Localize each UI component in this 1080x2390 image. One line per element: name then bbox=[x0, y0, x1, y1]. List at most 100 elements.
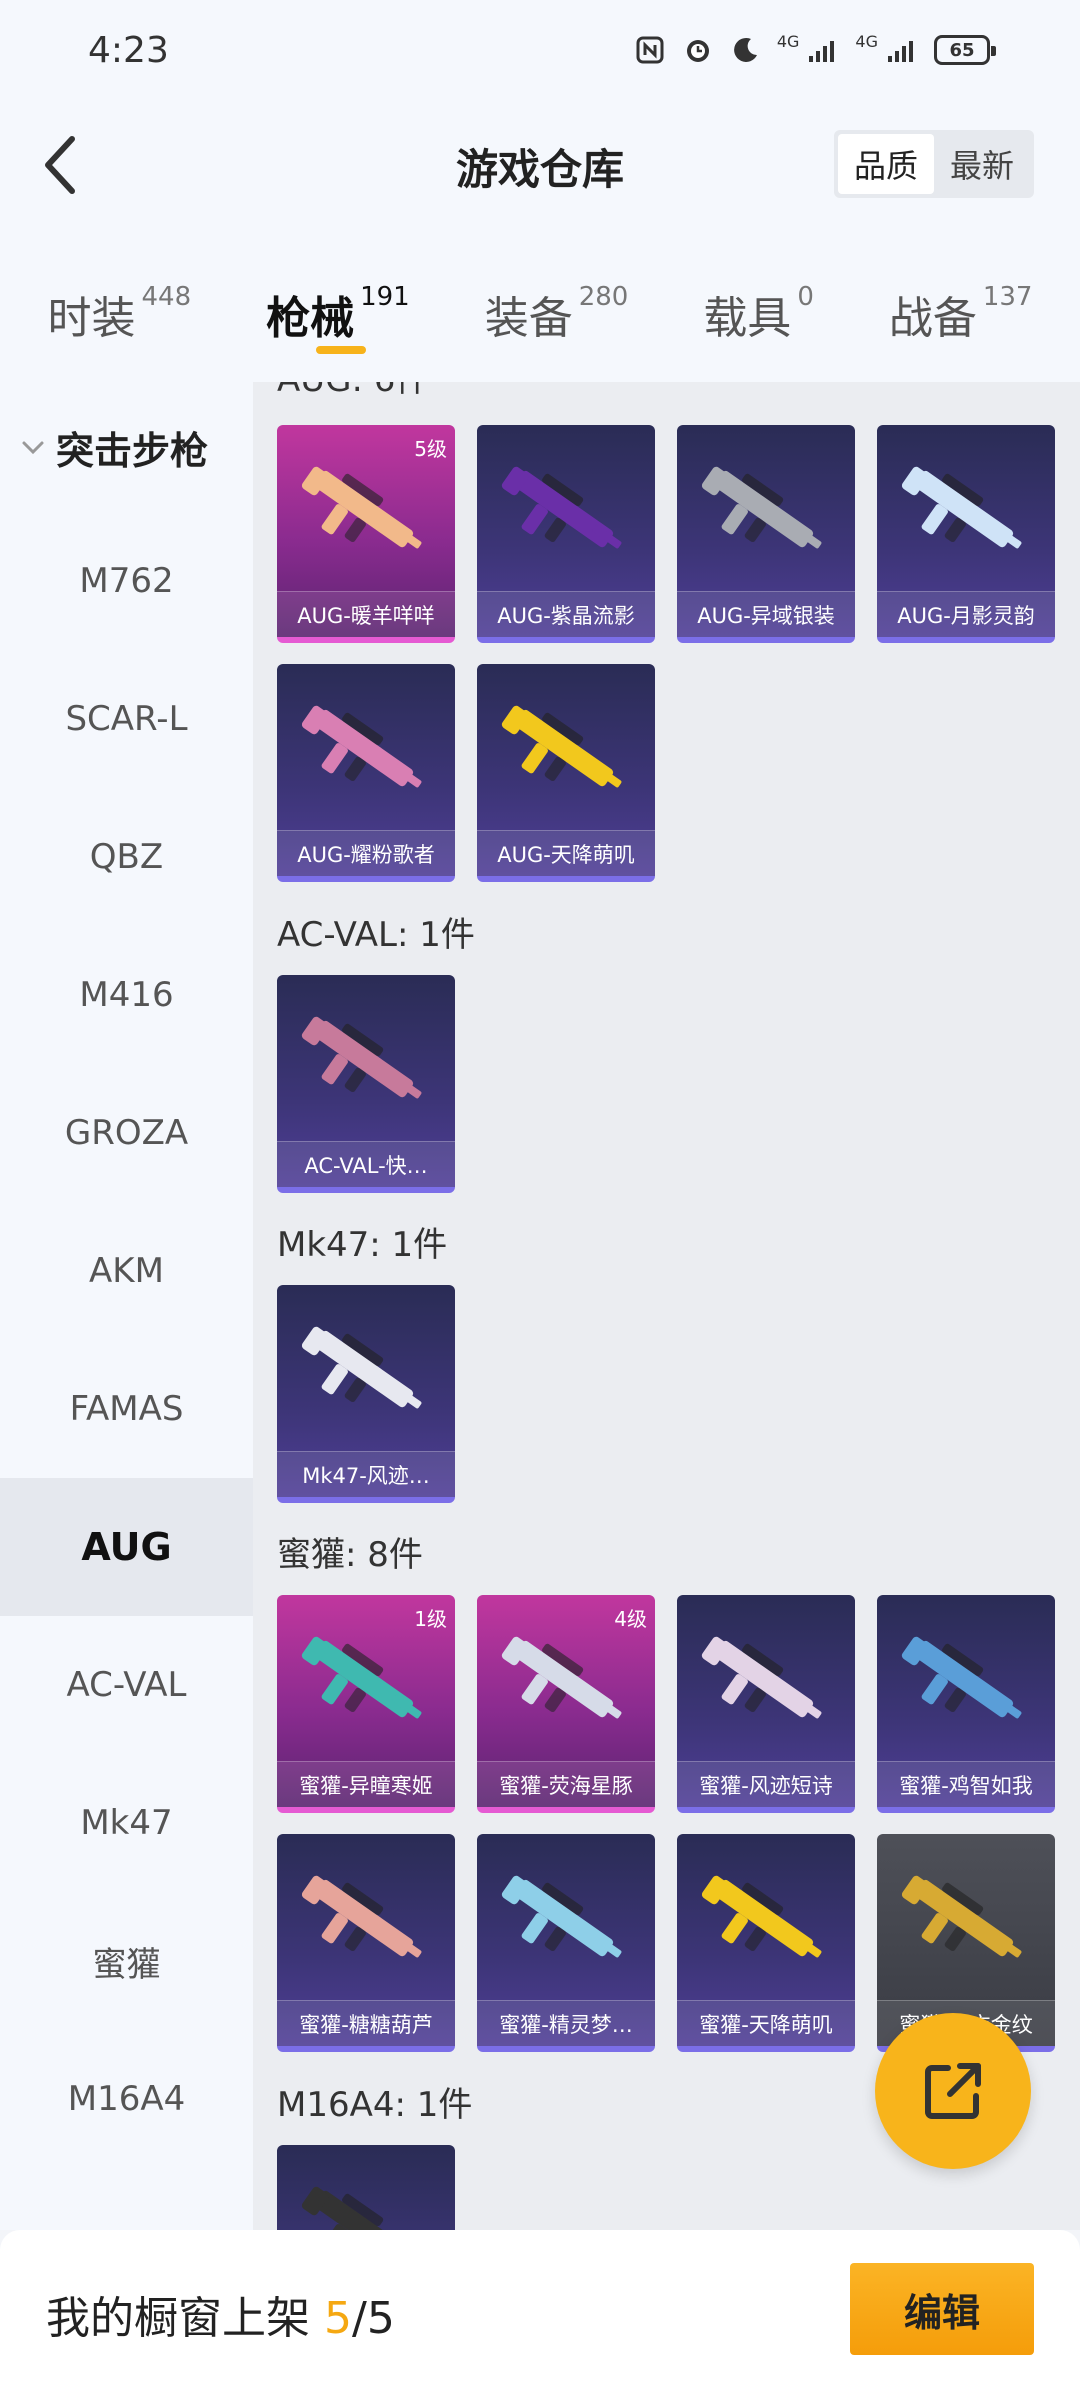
skin-card[interactable]: 4级 蜜獾-荧海星豚 bbox=[477, 1595, 655, 1813]
weapon-skin-image bbox=[901, 1875, 1022, 1958]
weapon-skin-image bbox=[301, 1016, 422, 1099]
tab-vehicles[interactable]: 载具 0 bbox=[703, 230, 814, 382]
skin-card[interactable]: Mk47-风迹… bbox=[277, 1285, 455, 1503]
weapon-skin-image bbox=[901, 1636, 1022, 1719]
weapon-skin-image bbox=[701, 1875, 822, 1958]
skin-card[interactable]: 蜜獾-精灵梦… bbox=[477, 1834, 655, 2052]
section-title-honey-badger: 蜜獾: 8件 bbox=[277, 1535, 423, 1575]
showcase-label: 我的橱窗上架 bbox=[46, 2293, 310, 2344]
sort-toggle: 品质 最新 bbox=[834, 130, 1034, 198]
status-time: 4:23 bbox=[88, 29, 169, 71]
category-tabs: 时装 448 枪械 191 装备 280 载具 0 战备 137 bbox=[0, 230, 1080, 382]
tab-supplies[interactable]: 战备 137 bbox=[889, 230, 1033, 382]
sort-option-latest[interactable]: 最新 bbox=[934, 134, 1030, 194]
tab-fashion[interactable]: 时装 448 bbox=[47, 230, 191, 382]
weapon-skin-image bbox=[501, 1636, 622, 1719]
section-title-m16a4: M16A4: 1件 bbox=[277, 2085, 473, 2125]
skin-name: 蜜獾-鸡智如我 bbox=[877, 1761, 1055, 1807]
section-title-aug: AUG: 6件 bbox=[277, 382, 429, 401]
sidebar-item-m416[interactable]: M416 bbox=[0, 926, 253, 1064]
sidebar-item-mk47[interactable]: Mk47 bbox=[0, 1754, 253, 1892]
skin-card[interactable]: AUG-天降萌叽 bbox=[477, 664, 655, 882]
tab-count: 137 bbox=[982, 282, 1033, 312]
header: 游戏仓库 品质 最新 bbox=[0, 100, 1080, 230]
skin-card[interactable]: 蜜獾-天降萌叽 bbox=[677, 1834, 855, 2052]
nfc-icon bbox=[633, 33, 667, 67]
sidebar-item-aug[interactable]: AUG bbox=[0, 1478, 253, 1616]
skin-card[interactable]: 蜜獾-风迹短诗 bbox=[677, 1595, 855, 1813]
sidebar-item-qbz[interactable]: QBZ bbox=[0, 788, 253, 926]
showcase-count-current: 5 bbox=[324, 2293, 352, 2344]
section-title-ac-val: AC-VAL: 1件 bbox=[277, 915, 475, 955]
tab-label: 载具 bbox=[703, 293, 792, 344]
status-bar: 4:23 4G 4G 65 bbox=[0, 0, 1080, 100]
skin-name: AUG-耀粉歌者 bbox=[277, 830, 455, 876]
showcase-status: 我的橱窗上架 5/5 bbox=[46, 2282, 395, 2346]
skin-card[interactable] bbox=[277, 2145, 455, 2230]
skin-card[interactable]: 1级 蜜獾-异瞳寒姬 bbox=[277, 1595, 455, 1813]
weapon-skin-image bbox=[301, 1875, 422, 1958]
tab-count: 0 bbox=[797, 282, 814, 312]
skin-name: AUG-天降萌叽 bbox=[477, 830, 655, 876]
weapon-skin-image bbox=[301, 1326, 422, 1409]
sidebar-group-assault-rifles[interactable]: 突击步枪 bbox=[0, 382, 253, 512]
sidebar-item-m762[interactable]: M762 bbox=[0, 512, 253, 650]
skin-card[interactable]: 蜜獾-糖糖葫芦 bbox=[277, 1834, 455, 2052]
network-type-label: 4G bbox=[776, 32, 800, 51]
skin-card[interactable]: AUG-月影灵韵 bbox=[877, 425, 1055, 643]
skin-name: 蜜獾-风迹短诗 bbox=[677, 1761, 855, 1807]
signal-icon bbox=[886, 33, 920, 67]
battery-level: 65 bbox=[949, 39, 975, 61]
network-type-label: 4G bbox=[855, 32, 878, 51]
skin-card[interactable]: 蜜獾-鸡智如我 bbox=[877, 1595, 1055, 1813]
skin-name: 蜜獾-荧海星豚 bbox=[477, 1761, 655, 1807]
showcase-count-total: /5 bbox=[352, 2293, 395, 2344]
weapon-skin-image bbox=[701, 466, 822, 549]
tab-count: 191 bbox=[360, 282, 410, 312]
skin-card[interactable]: AUG-紫晶流影 bbox=[477, 425, 655, 643]
weapon-skin-image bbox=[301, 2186, 414, 2230]
weapon-skin-image bbox=[901, 466, 1022, 549]
weapon-skin-image bbox=[501, 466, 622, 549]
sidebar-item-m16a4[interactable]: M16A4 bbox=[0, 2030, 253, 2168]
sidebar-item-akm[interactable]: AKM bbox=[0, 1202, 253, 1340]
skin-card[interactable]: 5级 AUG-暖羊咩咩 bbox=[277, 425, 455, 643]
weapon-skin-image bbox=[501, 1875, 622, 1958]
weapon-skin-image bbox=[301, 1636, 422, 1719]
alarm-icon bbox=[681, 33, 715, 67]
sort-option-quality[interactable]: 品质 bbox=[838, 134, 934, 194]
edit-button[interactable]: 编辑 bbox=[850, 2263, 1034, 2355]
skin-name: AUG-暖羊咩咩 bbox=[277, 591, 455, 637]
skin-card[interactable]: AUG-异域银装 bbox=[677, 425, 855, 643]
active-tab-indicator bbox=[316, 346, 367, 354]
skin-name: 蜜獾-异瞳寒姬 bbox=[277, 1761, 455, 1807]
skin-name: AUG-异域银装 bbox=[677, 591, 855, 637]
tab-label: 战备 bbox=[888, 293, 977, 344]
skin-name: AUG-月影灵韵 bbox=[877, 591, 1055, 637]
bottom-bar: 我的橱窗上架 5/5 编辑 bbox=[0, 2230, 1080, 2390]
skin-level-badge: 1级 bbox=[414, 1607, 447, 1631]
sidebar-item-scar-l[interactable]: SCAR-L bbox=[0, 650, 253, 788]
skin-card[interactable]: AUG-耀粉歌者 bbox=[277, 664, 455, 882]
share-button[interactable] bbox=[875, 2013, 1031, 2169]
skin-name: AUG-紫晶流影 bbox=[477, 591, 655, 637]
weapon-skin-list: AUG: 6件 5级 AUG-暖羊咩咩 AUG-紫晶流影 AUG-异域银装 AU… bbox=[253, 382, 1080, 2230]
sidebar-item-famas[interactable]: FAMAS bbox=[0, 1340, 253, 1478]
chevron-down-icon bbox=[22, 441, 44, 455]
sidebar-group-label: 突击步枪 bbox=[56, 428, 209, 473]
skin-name: AC-VAL-快… bbox=[277, 1141, 455, 1187]
battery-icon: 65 bbox=[934, 35, 996, 65]
skin-name: 蜜獾-精灵梦… bbox=[477, 2000, 655, 2046]
skin-name: Mk47-风迹… bbox=[277, 1451, 455, 1497]
skin-card[interactable]: AC-VAL-快… bbox=[277, 975, 455, 1193]
sidebar-item-honey-badger[interactable]: 蜜獾 bbox=[0, 1892, 253, 2030]
tab-firearms[interactable]: 枪械 191 bbox=[266, 230, 410, 382]
section-title-mk47: Mk47: 1件 bbox=[277, 1225, 448, 1265]
sidebar-item-groza[interactable]: GROZA bbox=[0, 1064, 253, 1202]
tab-equipment[interactable]: 装备 280 bbox=[485, 230, 629, 382]
weapon-skin-image bbox=[501, 705, 622, 788]
weapon-skin-image bbox=[301, 466, 422, 549]
tab-count: 448 bbox=[141, 282, 192, 312]
sidebar-item-ac-val[interactable]: AC-VAL bbox=[0, 1616, 253, 1754]
signal-icon bbox=[807, 33, 841, 67]
